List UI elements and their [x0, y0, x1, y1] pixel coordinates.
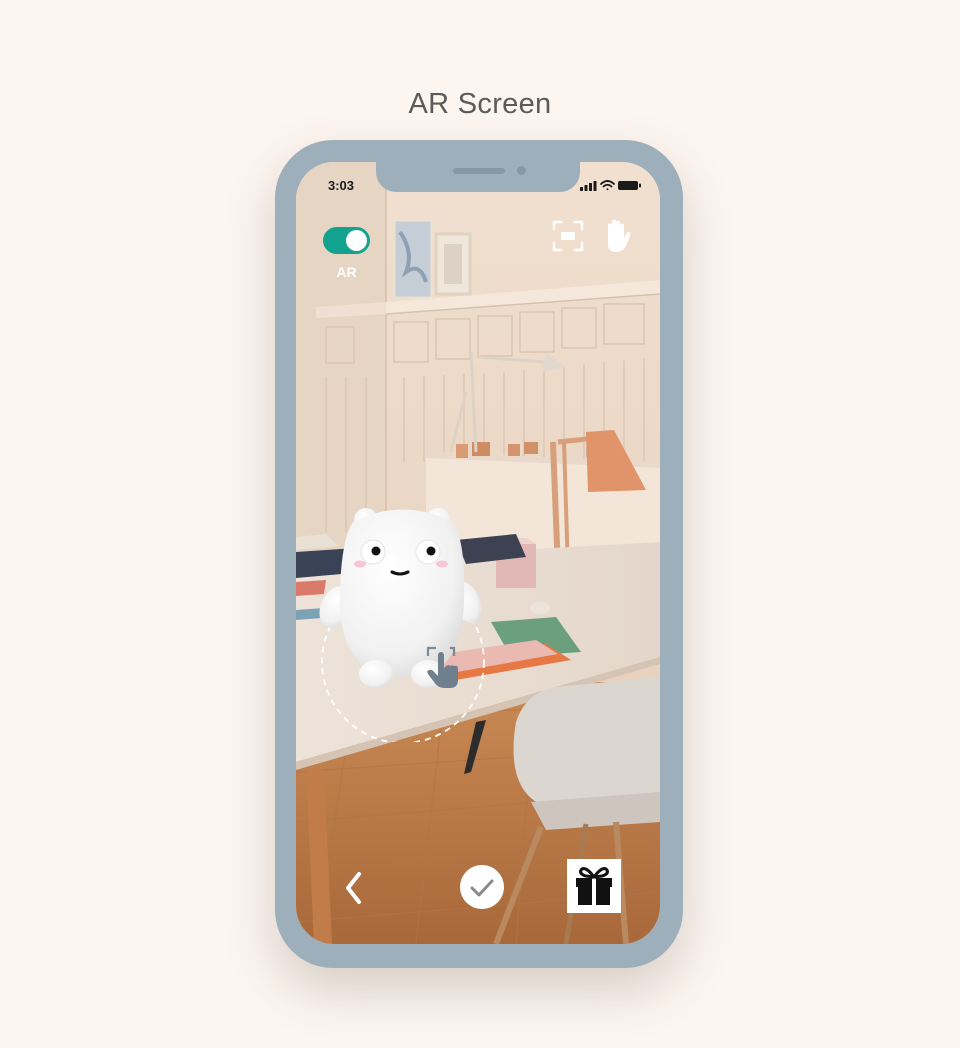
- ar-camera-view[interactable]: 3:03 AR: [296, 162, 660, 944]
- speaker-grille: [453, 168, 505, 174]
- toggle-knob: [346, 230, 367, 251]
- ar-bear-character[interactable]: [318, 502, 498, 742]
- front-camera: [517, 166, 526, 175]
- hand-icon[interactable]: [600, 218, 634, 254]
- status-icons: [580, 180, 641, 191]
- wifi-icon: [600, 180, 615, 191]
- ar-toggle[interactable]: [323, 227, 370, 254]
- phone-notch: [376, 162, 580, 192]
- page-title: AR Screen: [408, 88, 552, 120]
- signal-icon: [580, 181, 597, 191]
- check-icon[interactable]: [459, 864, 505, 910]
- ar-toggle-label: AR: [336, 264, 357, 280]
- chevron-left-icon[interactable]: [340, 868, 366, 908]
- phone-frame: 3:03 AR: [275, 140, 683, 968]
- battery-icon: [618, 181, 641, 190]
- scan-frame-icon[interactable]: [552, 220, 584, 252]
- status-time: 3:03: [328, 178, 355, 193]
- gift-icon[interactable]: [567, 859, 621, 913]
